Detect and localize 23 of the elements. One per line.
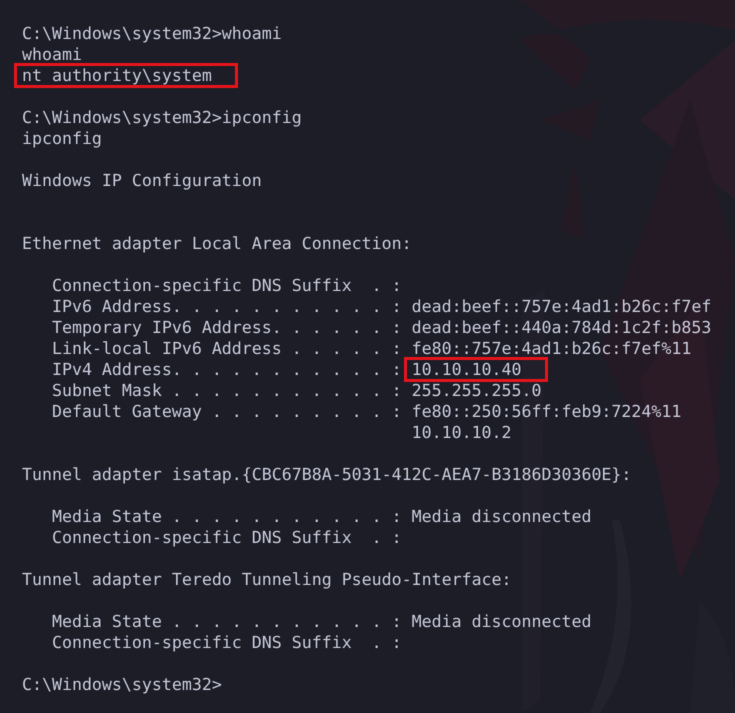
terminal-text: Link-local IPv6 Address . . . . . : fe80::757e:4ad1:b26c:f7ef%11 <box>50 338 692 359</box>
terminal-text: IPv4 Address. . . . . . . . . . . : <box>50 359 403 380</box>
terminal-text: Tunnel adapter isatap.{CBC67B8A-5031-412C-AEA7-B3186D30360E}: <box>22 464 632 485</box>
terminal-text: Connection-specific DNS Suffix . : <box>50 527 402 548</box>
terminal-text: Default Gateway . . . . . . . . . : fe80::250:56ff:feb9:7224%11 <box>50 401 682 422</box>
terminal-text: Subnet Mask . . . . . . . . . . . : 255.255.255.0 <box>50 380 542 401</box>
terminal-text: Ethernet adapter Local Area Connection: <box>22 233 412 254</box>
highlighted-text: nt authority\system <box>14 63 238 88</box>
terminal-text: Windows IP Configuration <box>22 170 262 191</box>
highlighted-text: 10.10.10.40 <box>404 357 548 382</box>
terminal-text: Media State . . . . . . . . . . . : Media disconnected <box>50 611 592 632</box>
terminal-text: C:\Windows\system32>ipconfig <box>22 107 302 128</box>
terminal-text: IPv6 Address. . . . . . . . . . . : dead:beef::757e:4ad1:b26c:f7ef <box>50 296 712 317</box>
terminal-text: Tunnel adapter Teredo Tunneling Pseudo-Interface: <box>22 569 512 590</box>
terminal-text: Connection-specific DNS Suffix . : <box>50 632 402 653</box>
terminal-text: Temporary IPv6 Address. . . . . . : dead:beef::440a:784d:1c2f:b853 <box>50 317 712 338</box>
terminal-text: C:\Windows\system32>whoami <box>22 23 282 44</box>
terminal-text: Connection-specific DNS Suffix . : <box>50 275 402 296</box>
terminal-text: 10.10.10.2 <box>410 422 512 443</box>
terminal-text: ipconfig <box>22 128 102 149</box>
terminal-text: Media State . . . . . . . . . . . : Media disconnected <box>50 506 592 527</box>
terminal-text: C:\Windows\system32> <box>22 674 222 695</box>
terminal-text: whoami <box>22 44 82 65</box>
